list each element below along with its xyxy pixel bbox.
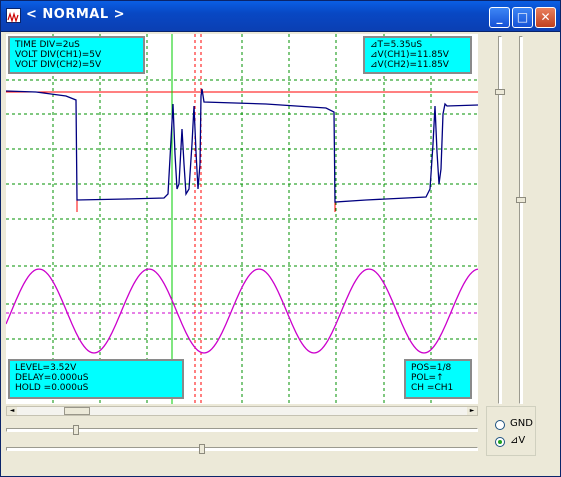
horizontal-slider-2-track[interactable] xyxy=(6,447,478,451)
oscilloscope-window: < NORMAL > _ □ ✕ TIME DIV=2uS VOLT DIV(C… xyxy=(0,0,561,477)
minimize-button[interactable]: _ xyxy=(489,7,510,28)
close-button[interactable]: ✕ xyxy=(535,7,556,28)
grid xyxy=(6,34,478,404)
gnd-radio[interactable] xyxy=(495,420,505,430)
scrollbar-thumb[interactable] xyxy=(64,407,90,415)
channel-text: CH =CH1 xyxy=(411,383,454,393)
gnd-radio-label: GND xyxy=(510,418,533,429)
scope-graph xyxy=(5,34,479,404)
maximize-button[interactable]: □ xyxy=(512,7,533,28)
polarity-text: POL=↑ xyxy=(411,373,444,383)
trigger-delay-text: DELAY=0.000uS xyxy=(15,373,89,383)
scroll-right-arrow-icon[interactable]: ► xyxy=(467,407,477,415)
scope-display[interactable]: TIME DIV=2uS VOLT DIV(CH1)=5V VOLT DIV(C… xyxy=(5,34,479,404)
scope-app-icon xyxy=(6,8,21,24)
window-title: < NORMAL > xyxy=(26,7,126,22)
horizontal-scrollbar[interactable]: ◄ ► xyxy=(6,406,478,416)
time-div-text: TIME DIV=2uS xyxy=(15,40,80,50)
measure-mode-group: GND ⊿V xyxy=(486,406,536,456)
vertical-slider-2-thumb[interactable] xyxy=(516,197,526,203)
delta-v-radio-label: ⊿V xyxy=(510,435,526,446)
volt-div-ch1-text: VOLT DIV(CH1)=5V xyxy=(15,50,102,60)
scroll-left-arrow-icon[interactable]: ◄ xyxy=(7,407,17,415)
trigger-info-box: LEVEL=3.52V DELAY=0.000uS HOLD =0.000uS xyxy=(8,359,184,399)
delta-v-ch1-text: ⊿V(CH1)=11.85V xyxy=(370,50,449,60)
delta-v-radio[interactable] xyxy=(495,437,505,447)
horizontal-slider-1-thumb[interactable] xyxy=(73,425,79,435)
trigger-level-text: LEVEL=3.52V xyxy=(15,363,77,373)
timebase-info-box: TIME DIV=2uS VOLT DIV(CH1)=5V VOLT DIV(C… xyxy=(8,36,145,74)
trigger-hold-text: HOLD =0.000uS xyxy=(15,383,89,393)
title-bar[interactable]: < NORMAL > _ □ ✕ xyxy=(1,1,560,32)
volt-div-ch2-text: VOLT DIV(CH2)=5V xyxy=(15,60,102,70)
position-text: POS=1/8 xyxy=(411,363,452,373)
delta-v-ch2-text: ⊿V(CH2)=11.85V xyxy=(370,60,449,70)
position-info-box: POS=1/8 POL=↑ CH =CH1 xyxy=(404,359,472,399)
delta-t-text: ⊿T=5.35uS xyxy=(370,40,423,50)
vertical-slider-2-track[interactable] xyxy=(519,36,523,404)
horizontal-slider-2-thumb[interactable] xyxy=(199,444,205,454)
delta-info-box: ⊿T=5.35uS ⊿V(CH1)=11.85V ⊿V(CH2)=11.85V xyxy=(363,36,472,74)
vertical-slider-1-thumb[interactable] xyxy=(495,89,505,95)
